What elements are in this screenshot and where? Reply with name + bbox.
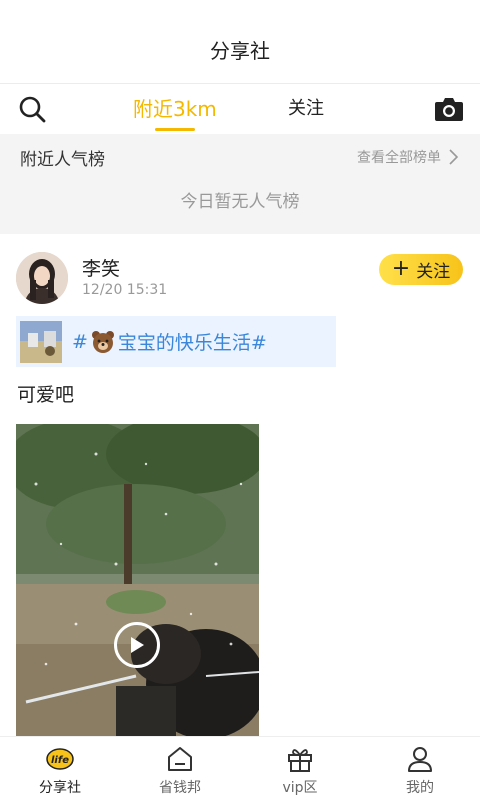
page-title: 分享社 bbox=[210, 39, 270, 63]
post-time: 12/20 15:31 bbox=[82, 282, 168, 298]
tab-nearby-label: 附近3km bbox=[133, 97, 217, 121]
topic-thumbnail bbox=[20, 320, 62, 363]
title-bar: 分享社 bbox=[0, 0, 480, 84]
popular-ranking-title: 附近人气榜 bbox=[20, 150, 105, 170]
play-icon bbox=[131, 637, 144, 653]
view-all-rankings-link[interactable]: 查看全部榜单 bbox=[357, 147, 458, 167]
nav-item-label: 我的 bbox=[406, 780, 434, 796]
popular-ranking-section: 附近人气榜 查看全部榜单 今日暂无人气榜 bbox=[0, 134, 480, 234]
nav-item-vip[interactable]: vip区 bbox=[240, 737, 360, 800]
bottom-nav: life 分享社 省钱邦 vip区 我的 bbox=[0, 736, 480, 800]
nav-item-label: 分享社 bbox=[39, 780, 81, 796]
username[interactable]: 李笑 bbox=[82, 254, 120, 281]
empty-ranking-text: 今日暂无人气榜 bbox=[180, 192, 300, 212]
chevron-right-icon bbox=[449, 149, 458, 165]
play-button[interactable] bbox=[114, 622, 160, 668]
post-video[interactable] bbox=[16, 424, 259, 746]
nav-item-save[interactable]: 省钱邦 bbox=[120, 737, 240, 800]
topic-hash: # bbox=[72, 330, 88, 353]
video-thumbnail bbox=[16, 424, 259, 746]
avatar[interactable] bbox=[16, 252, 68, 304]
follow-button-label: 关注 bbox=[416, 262, 451, 282]
svg-text:life: life bbox=[51, 755, 69, 766]
topic-text: 宝宝的快乐生活# bbox=[117, 332, 267, 354]
search-icon[interactable] bbox=[18, 95, 46, 123]
nav-item-label: 省钱邦 bbox=[159, 780, 201, 796]
home-icon bbox=[168, 747, 192, 771]
feed-tabs: 附近3km 关注 bbox=[0, 84, 480, 134]
user-icon bbox=[408, 747, 432, 772]
follow-button[interactable]: + 关注 bbox=[379, 254, 463, 285]
active-tab-indicator bbox=[155, 128, 195, 131]
nav-item-mine[interactable]: 我的 bbox=[360, 737, 480, 800]
gift-icon bbox=[288, 749, 312, 772]
nav-item-label: vip区 bbox=[282, 780, 318, 796]
view-all-rankings-label: 查看全部榜单 bbox=[357, 150, 441, 166]
nav-item-share[interactable]: life 分享社 bbox=[0, 737, 120, 800]
bear-icon bbox=[91, 330, 114, 353]
post-content: 可爱吧 bbox=[17, 384, 75, 406]
tab-follow[interactable]: 关注 bbox=[288, 94, 324, 120]
camera-icon[interactable] bbox=[434, 96, 464, 122]
life-icon: life bbox=[46, 748, 74, 770]
tab-nearby[interactable]: 附近3km bbox=[133, 93, 217, 131]
plus-icon: + bbox=[391, 255, 411, 281]
post-card: 李笑 12/20 15:31 + 关注 # 宝宝的快乐生活# 可爱吧 bbox=[0, 234, 480, 746]
topic-tag[interactable]: # 宝宝的快乐生活# bbox=[16, 316, 336, 367]
